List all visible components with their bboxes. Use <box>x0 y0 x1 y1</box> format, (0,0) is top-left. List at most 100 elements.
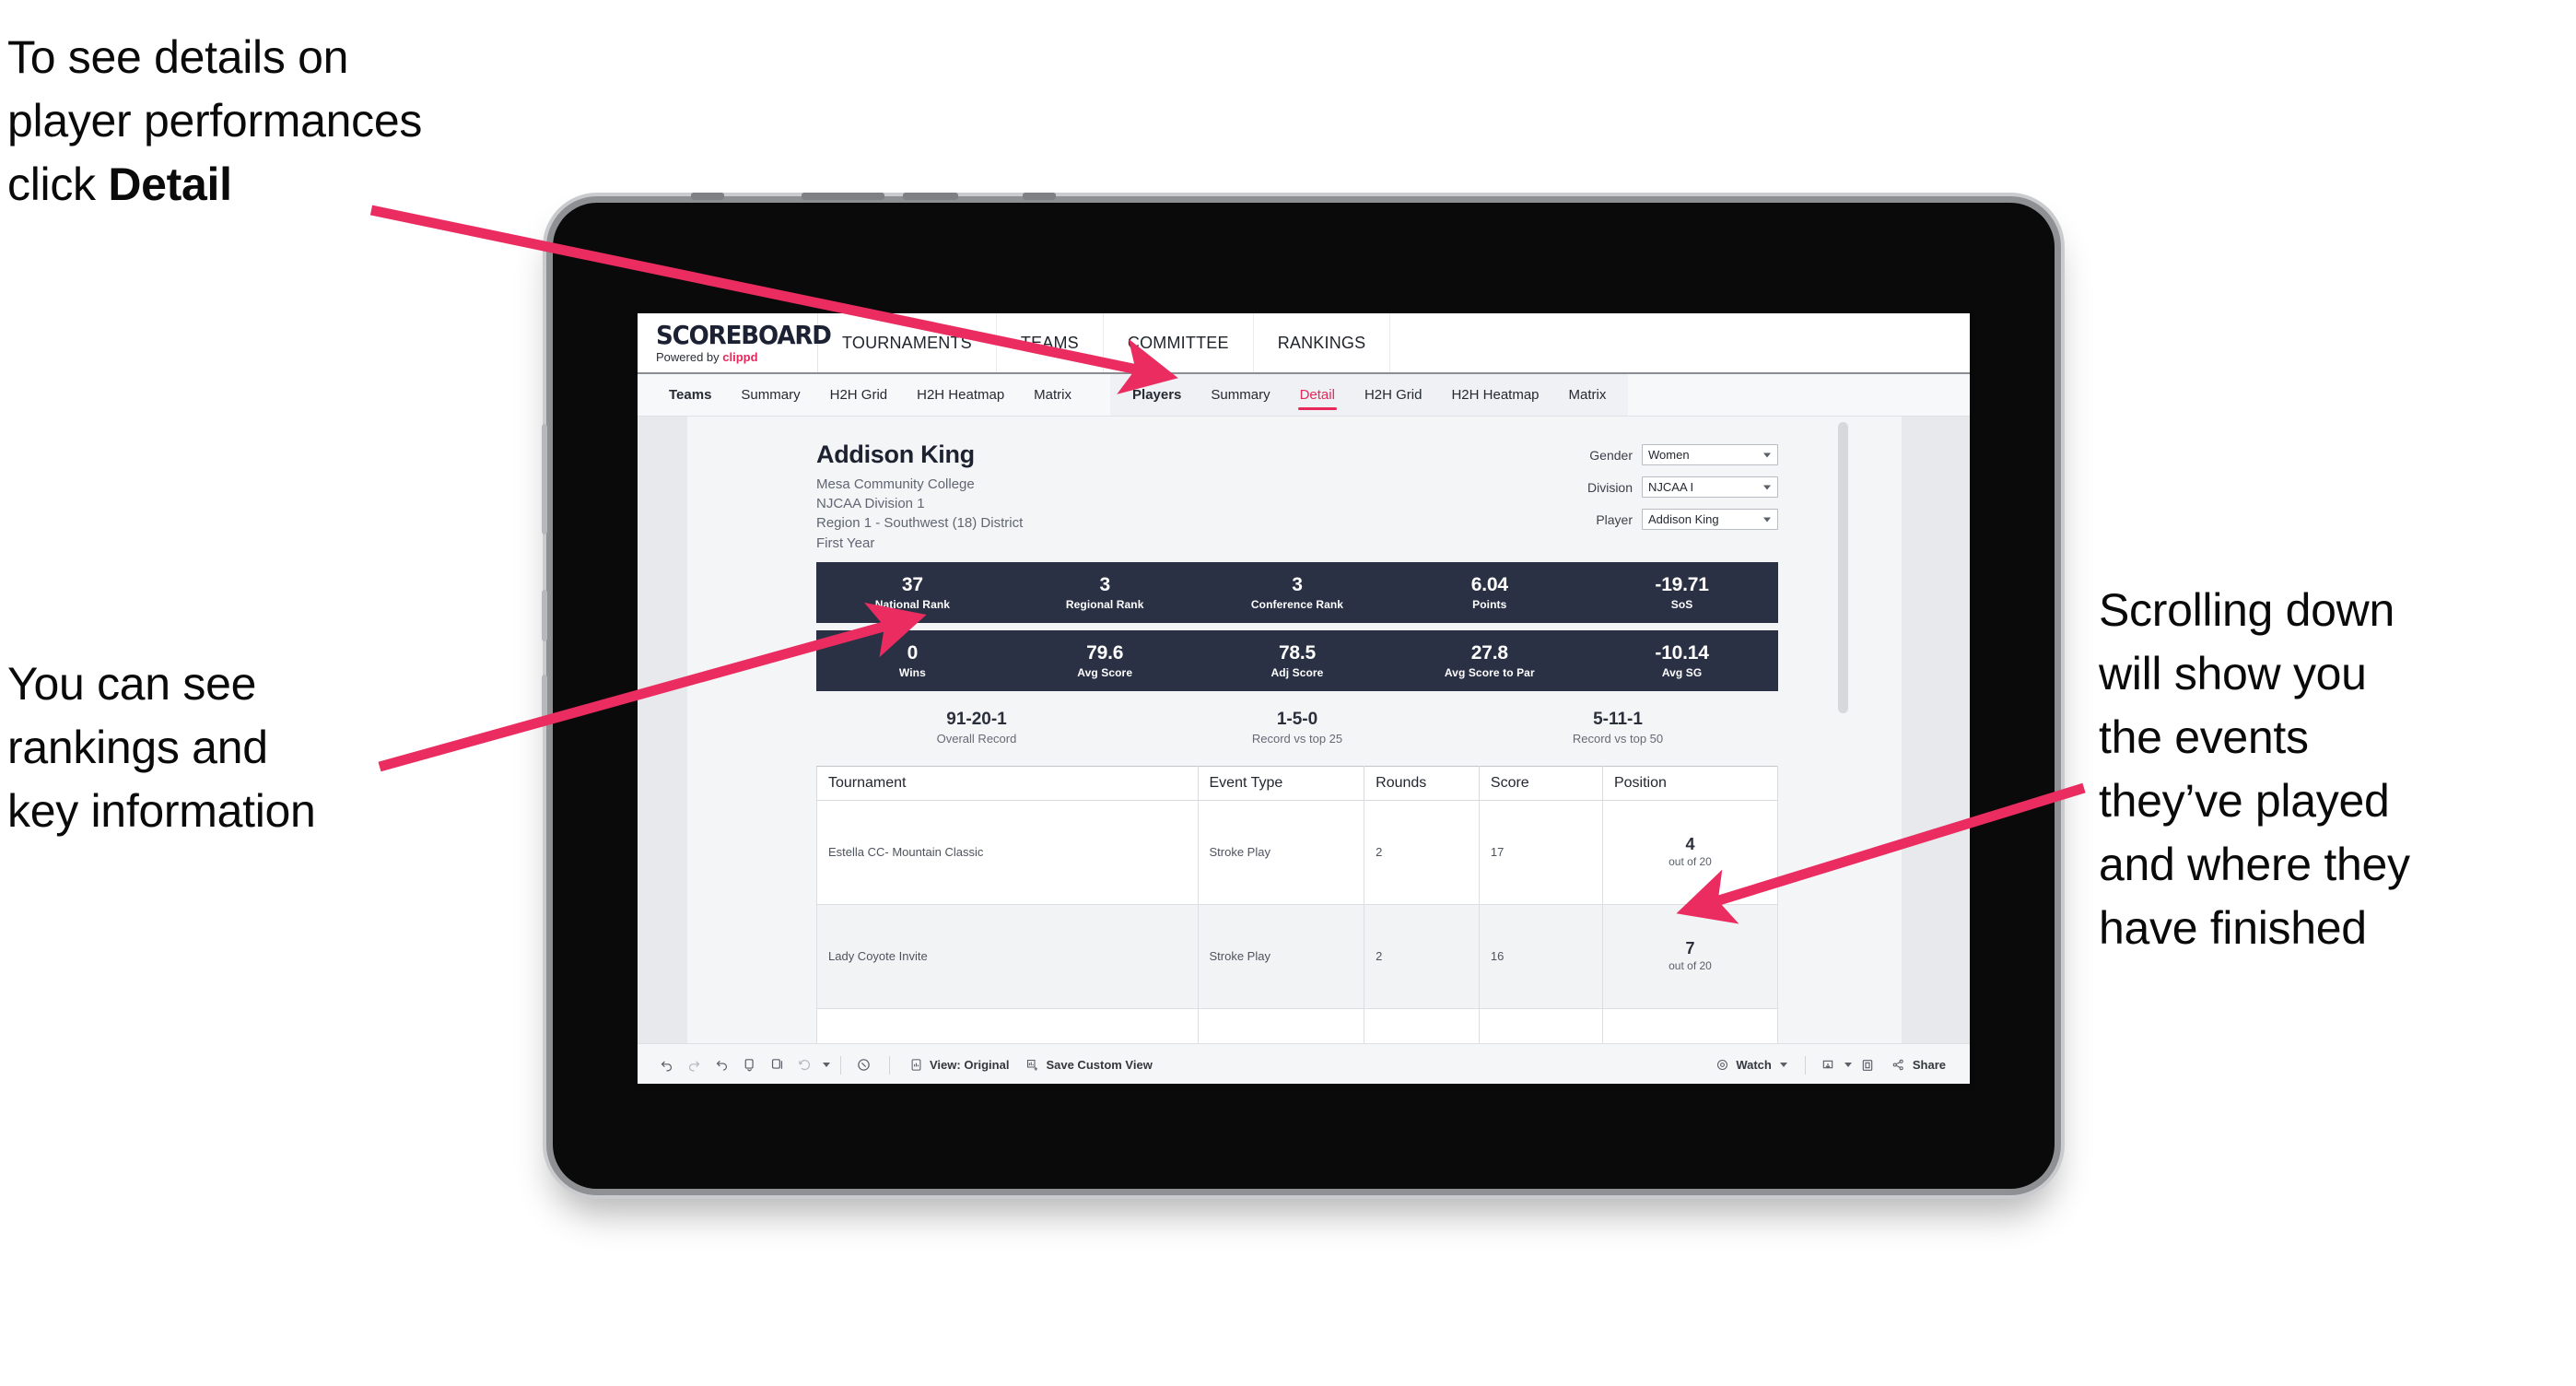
kpi-sos-label: SoS <box>1670 598 1693 612</box>
subnav-item-teams-h2h-grid[interactable]: H2H Grid <box>815 374 903 416</box>
record-overall-value: 91-20-1 <box>946 710 1007 730</box>
cell-position-subtext: out of 20 <box>1669 959 1712 973</box>
kpi-avg-score-to-par-value: 27.8 <box>1470 642 1508 664</box>
kpi-sos: -19.71 SoS <box>1586 574 1778 611</box>
kpi-national-rank-label: National Rank <box>874 598 951 612</box>
subnav-players-header[interactable]: Players <box>1118 374 1196 416</box>
topnav-item-rankings[interactable]: RANKINGS <box>1254 313 1391 372</box>
cell-event-type: Stroke Play <box>1197 799 1365 905</box>
filter-division-value: NJCAA I <box>1648 480 1694 494</box>
tablet-volume-button <box>542 424 547 534</box>
vertical-scrollbar[interactable] <box>1838 422 1848 713</box>
filter-gender-value: Women <box>1648 448 1690 462</box>
column-header-position[interactable]: Position <box>1601 765 1779 801</box>
fullscreen-icon[interactable] <box>1856 1053 1879 1077</box>
kpi-adj-score-label: Adj Score <box>1270 666 1324 680</box>
kpi-regional-rank-value: 3 <box>1099 574 1110 595</box>
subnav-item-players-h2h-grid[interactable]: H2H Grid <box>1350 374 1437 416</box>
kpi-regional-rank: 3 Regional Rank <box>1009 574 1201 611</box>
filter-player-select[interactable]: Addison King <box>1642 509 1778 530</box>
share-button[interactable]: Share <box>1883 1053 1953 1077</box>
topnav-item-committee[interactable]: COMMITTEE <box>1104 313 1254 372</box>
player-identity: Addison King Mesa Community College NJCA… <box>816 440 1023 553</box>
tablet-side-button-3 <box>542 675 547 726</box>
kpi-adj-score-value: 78.5 <box>1278 642 1317 664</box>
brand-tagline: Powered by clippd <box>656 351 817 363</box>
record-overall: 91-20-1 Overall Record <box>816 710 1137 746</box>
record-top50-label: Record vs top 50 <box>1572 731 1664 746</box>
record-top50-value: 5-11-1 <box>1593 710 1643 730</box>
reset-icon[interactable] <box>792 1053 816 1077</box>
cell-event-type <box>1197 1007 1365 1043</box>
callout-scrolling: Scrolling down will show you the events … <box>2099 584 2410 954</box>
clear-filters-icon[interactable] <box>851 1053 875 1077</box>
topnav-item-tournaments[interactable]: TOURNAMENTS <box>818 313 997 372</box>
kpi-bar-scoring: 0 Wins 79.6 Avg Score 78.5 Adj Score 27.… <box>816 630 1778 692</box>
filter-division-select[interactable]: NJCAA I <box>1642 476 1778 498</box>
pause-auto-update-icon[interactable] <box>765 1053 789 1077</box>
column-header-score[interactable]: Score <box>1478 765 1603 801</box>
subnav-item-players-detail[interactable]: Detail <box>1285 374 1350 416</box>
player-year: First Year <box>816 534 875 551</box>
callout-detail-bold: Detail <box>108 159 232 210</box>
subnav-item-players-h2h-heatmap[interactable]: H2H Heatmap <box>1436 374 1553 416</box>
filter-division: Division NJCAA I <box>1587 476 1778 498</box>
download-button[interactable] <box>1816 1053 1856 1077</box>
brand-logo[interactable]: SCOREBOARD Powered by clippd <box>638 313 832 372</box>
table-header-row: Tournament Event Type Rounds Score Posit… <box>816 765 1779 801</box>
subnav-item-players-summary[interactable]: Summary <box>1196 374 1284 416</box>
column-header-tournament[interactable]: Tournament <box>816 765 1199 801</box>
filter-gender-label: Gender <box>1589 447 1633 463</box>
callout-rankings: You can see rankings and key information <box>7 658 316 837</box>
dashboard-sheet: Addison King Mesa Community College NJCA… <box>687 417 1902 1043</box>
watch-icon <box>1714 1053 1730 1077</box>
tablet-device: SCOREBOARD Powered by clippd TOURNAMENTS… <box>542 193 2055 1189</box>
cell-position: 7 out of 20 <box>1601 903 1779 1009</box>
kpi-wins: 0 Wins <box>816 642 1009 679</box>
viewer-left-gutter <box>638 417 687 1043</box>
chevron-down-icon <box>1844 1063 1852 1067</box>
subnav-item-teams-h2h-heatmap[interactable]: H2H Heatmap <box>902 374 1019 416</box>
filter-player: Player Addison King <box>1587 509 1778 530</box>
callout-detail: To see details on player performances cl… <box>7 26 597 217</box>
column-header-event-type[interactable]: Event Type <box>1197 765 1365 801</box>
view-original-button[interactable]: View: Original <box>900 1053 1016 1077</box>
subnav-item-players-matrix[interactable]: Matrix <box>1554 374 1622 416</box>
tournaments-table: Tournament Event Type Rounds Score Posit… <box>816 765 1779 1043</box>
subnav-teams-header[interactable]: Teams <box>654 374 726 416</box>
viewer-right-gutter <box>1902 417 1970 1043</box>
table-row[interactable]: Estella CC- Mountain Classic Stroke Play… <box>816 799 1779 905</box>
save-custom-view-label: Save Custom View <box>1046 1058 1153 1072</box>
filter-panel: Gender Women Division NJCAA I Player Add… <box>1587 440 1778 541</box>
table-row[interactable]: Lady Coyote Invite Stroke Play 2 16 7 ou… <box>816 903 1779 1009</box>
tablet-top-buttons <box>691 193 1115 200</box>
subnav-item-teams-summary[interactable]: Summary <box>726 374 814 416</box>
subnav-item-teams-matrix[interactable]: Matrix <box>1019 374 1086 416</box>
cell-tournament: Estella CC- Mountain Classic <box>816 799 1199 905</box>
column-header-rounds[interactable]: Rounds <box>1364 765 1480 801</box>
watch-button[interactable]: Watch <box>1706 1053 1795 1077</box>
brand-clippd: clippd <box>722 350 758 364</box>
toolbar-divider <box>840 1055 841 1075</box>
kpi-conference-rank: 3 Conference Rank <box>1201 574 1394 611</box>
redo-icon[interactable] <box>682 1053 706 1077</box>
cell-position: 4 out of 20 <box>1601 799 1779 905</box>
kpi-national-rank-value: 37 <box>901 574 923 595</box>
filter-gender-select[interactable]: Women <box>1642 444 1778 465</box>
record-top25-label: Record vs top 25 <box>1251 731 1343 746</box>
topnav-item-teams[interactable]: TEAMS <box>997 313 1104 372</box>
undo-icon[interactable] <box>654 1053 678 1077</box>
toolbar-divider <box>889 1055 890 1075</box>
cell-rounds <box>1364 1007 1480 1043</box>
chevron-down-icon <box>1763 485 1771 489</box>
kpi-avg-score-value: 79.6 <box>1086 642 1124 664</box>
revert-icon[interactable] <box>709 1053 733 1077</box>
table-row[interactable] <box>816 1007 1779 1043</box>
chevron-down-icon[interactable] <box>823 1063 830 1067</box>
refresh-data-icon[interactable] <box>737 1053 761 1077</box>
player-name: Addison King <box>816 440 975 468</box>
filter-division-label: Division <box>1587 479 1633 495</box>
save-custom-view-button[interactable]: Save Custom View <box>1016 1053 1159 1077</box>
share-icon <box>1891 1053 1907 1077</box>
chevron-down-icon <box>1779 1063 1787 1067</box>
